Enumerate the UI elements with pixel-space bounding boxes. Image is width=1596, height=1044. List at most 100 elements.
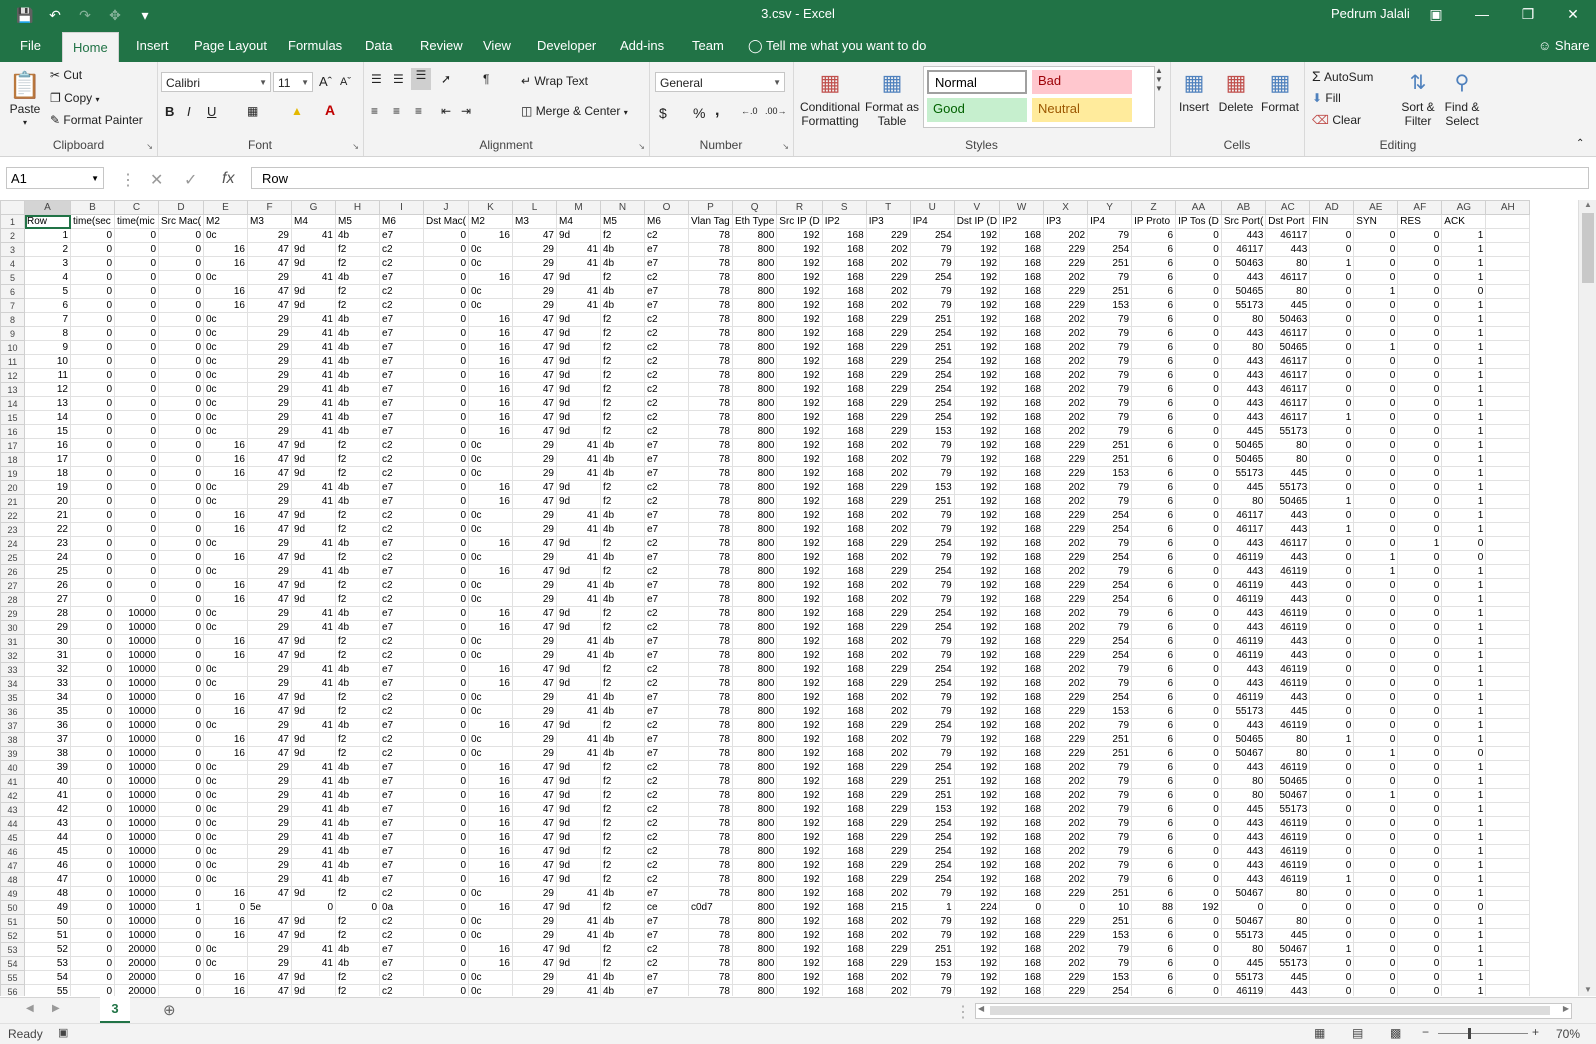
cell[interactable]: 47 <box>512 326 557 341</box>
cell[interactable]: 48 <box>24 886 71 901</box>
cell[interactable]: 54 <box>24 970 71 985</box>
cell[interactable]: 9d <box>291 970 336 985</box>
cell[interactable]: 16 <box>468 718 513 733</box>
cell[interactable]: 79 <box>1087 410 1133 425</box>
cell[interactable]: 0 <box>1353 536 1399 551</box>
conditional-formatting-button[interactable]: ▦ Conditional Formatting <box>799 66 861 128</box>
cell[interactable]: 4b <box>335 620 380 635</box>
cell[interactable]: 1 <box>1309 256 1355 271</box>
cell[interactable] <box>1485 228 1531 243</box>
row-header[interactable]: 34 <box>0 676 25 691</box>
style-neutral[interactable]: Neutral <box>1032 98 1132 122</box>
cell[interactable]: 192 <box>953 956 1001 971</box>
cell[interactable]: c2 <box>644 368 689 383</box>
cell[interactable]: 0 <box>114 326 159 341</box>
dialog-launcher-icon[interactable]: ↘ <box>782 142 789 151</box>
cell[interactable]: 168 <box>821 606 867 621</box>
cell[interactable]: 47 <box>512 606 557 621</box>
cell[interactable]: 0 <box>1441 550 1487 565</box>
cell[interactable]: 800 <box>731 480 778 495</box>
enter-icon[interactable]: ✓ <box>184 170 197 190</box>
cell[interactable]: 168 <box>821 914 867 929</box>
cell[interactable]: 41 <box>556 298 601 313</box>
cell[interactable]: 192 <box>953 256 1001 271</box>
cell[interactable]: 0c <box>203 942 248 957</box>
cell[interactable]: 46117 <box>1265 326 1311 341</box>
cell[interactable]: 1 <box>1441 760 1487 775</box>
cell[interactable]: 79 <box>909 522 955 537</box>
cell[interactable]: 1 <box>1441 270 1487 285</box>
cell[interactable]: 168 <box>999 634 1045 649</box>
cell[interactable]: 192 <box>776 354 823 369</box>
cell[interactable]: 0 <box>1175 676 1222 691</box>
cell[interactable]: 168 <box>999 606 1045 621</box>
cell[interactable]: 0 <box>1397 592 1443 607</box>
align-top-icon[interactable]: ☰ <box>371 72 382 86</box>
cell[interactable]: 168 <box>821 816 867 831</box>
cell[interactable]: 16 <box>203 508 248 523</box>
cell[interactable]: 1 <box>1441 494 1487 509</box>
cell[interactable]: 9d <box>291 886 336 901</box>
cell[interactable]: 9d <box>556 788 601 803</box>
select-all-corner[interactable] <box>0 200 25 215</box>
cell[interactable]: 9d <box>556 774 601 789</box>
cell[interactable]: 0 <box>423 536 469 551</box>
row-header[interactable]: 18 <box>0 452 25 467</box>
cell[interactable]: IP4 <box>1087 214 1133 229</box>
cell[interactable]: 443 <box>1220 368 1267 383</box>
cell[interactable]: 41 <box>556 438 601 453</box>
cell[interactable]: 800 <box>731 550 778 565</box>
cell[interactable]: M5 <box>335 214 380 229</box>
cell[interactable]: 168 <box>999 522 1045 537</box>
cell[interactable]: f2 <box>600 424 645 439</box>
cell[interactable]: 6 <box>1131 382 1177 397</box>
cell[interactable]: 800 <box>731 410 778 425</box>
cell[interactable]: 800 <box>731 424 778 439</box>
cell[interactable]: 168 <box>999 326 1045 341</box>
cell[interactable]: 0 <box>1309 718 1355 733</box>
cell[interactable]: 229 <box>1043 438 1089 453</box>
bold-button[interactable]: B <box>165 104 174 119</box>
cell[interactable]: 29 <box>512 690 557 705</box>
cell[interactable]: 78 <box>688 382 733 397</box>
cell[interactable]: 45 <box>24 844 71 859</box>
column-header[interactable]: N <box>600 200 645 215</box>
cell[interactable]: 79 <box>1087 340 1133 355</box>
cell[interactable]: 202 <box>865 970 911 985</box>
cell[interactable]: 9d <box>556 396 601 411</box>
cell[interactable]: 50465 <box>1220 284 1267 299</box>
cell[interactable]: 47 <box>512 536 557 551</box>
cell[interactable] <box>1485 564 1531 579</box>
cell[interactable]: 79 <box>1087 774 1133 789</box>
cell[interactable]: 0 <box>114 410 159 425</box>
cell[interactable]: 168 <box>999 676 1045 691</box>
cell[interactable]: 6 <box>1131 732 1177 747</box>
cell[interactable]: f2 <box>335 522 380 537</box>
share-button[interactable]: ☺ Share <box>1538 30 1590 62</box>
column-header[interactable]: I <box>379 200 424 215</box>
cell[interactable]: 254 <box>909 760 955 775</box>
cell[interactable]: 0 <box>1309 704 1355 719</box>
cell[interactable]: 47 <box>247 746 292 761</box>
cell[interactable] <box>1485 242 1531 257</box>
cell[interactable]: 0 <box>1175 466 1222 481</box>
cell[interactable]: f2 <box>600 326 645 341</box>
cell[interactable]: Vlan Tag <box>688 214 733 229</box>
cell[interactable]: 55173 <box>1220 970 1267 985</box>
cell[interactable]: 41 <box>556 284 601 299</box>
cell[interactable]: 251 <box>1087 452 1133 467</box>
cell[interactable]: 78 <box>688 662 733 677</box>
cell[interactable]: 78 <box>688 396 733 411</box>
cell[interactable]: 168 <box>999 578 1045 593</box>
cell[interactable]: 0 <box>1397 620 1443 635</box>
cell[interactable]: 0 <box>70 354 115 369</box>
cell[interactable]: 192 <box>953 704 1001 719</box>
cell[interactable]: 0 <box>1175 844 1222 859</box>
cell[interactable]: 168 <box>999 970 1045 985</box>
cell[interactable]: 0 <box>1397 648 1443 663</box>
cell[interactable]: 79 <box>1087 858 1133 873</box>
cell[interactable]: 0 <box>423 606 469 621</box>
cell[interactable]: 4b <box>600 648 645 663</box>
cell[interactable]: 10000 <box>114 788 159 803</box>
cell[interactable]: 800 <box>731 662 778 677</box>
